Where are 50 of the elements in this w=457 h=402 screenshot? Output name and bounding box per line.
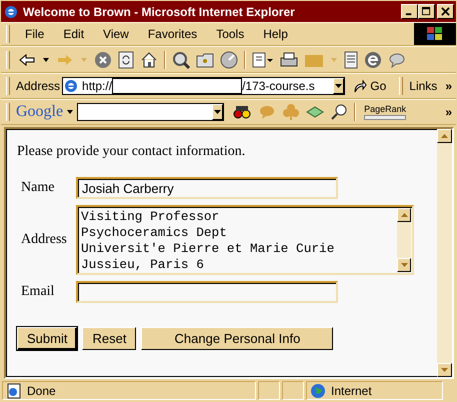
intro-text: Please provide your contact information. xyxy=(17,144,246,160)
caret-icon[interactable] xyxy=(65,110,76,114)
browser-e-icon xyxy=(3,4,19,20)
close-icon xyxy=(441,7,450,16)
go-button[interactable]: Go xyxy=(347,79,392,93)
menu-item[interactable]: Help xyxy=(254,27,296,41)
google-logo[interactable]: Google xyxy=(16,103,64,121)
window-title: Welcome to Brown - Microsoft Internet Explorer xyxy=(23,4,296,18)
scroll-down-icon[interactable] xyxy=(397,258,411,272)
menu-item[interactable]: View xyxy=(94,27,137,41)
chevron[interactable]: » xyxy=(445,79,456,93)
form-button[interactable]: Reset xyxy=(82,327,136,350)
form-button[interactable]: Change Personal Info xyxy=(141,327,334,350)
menu-item[interactable]: File xyxy=(16,27,52,41)
field-label: Email xyxy=(21,284,54,300)
scroll-down-icon[interactable] xyxy=(437,363,452,377)
address-field[interactable]: http:// /173-course.s xyxy=(62,77,346,95)
pagerank-label: PageRank xyxy=(364,104,406,114)
maximize-icon xyxy=(422,7,431,16)
field-label: Name xyxy=(21,180,54,196)
address-field[interactable]: Visiting Professor Psychoceramics Dept Universit'e Pierre et Marie Curie Jussieu, Paris 6 xyxy=(76,205,414,275)
menu-item[interactable]: Edit xyxy=(54,27,92,41)
document-icon[interactable] xyxy=(342,48,360,70)
search-field[interactable] xyxy=(77,103,224,121)
text-field[interactable] xyxy=(76,281,338,303)
links-button[interactable]: Links xyxy=(409,79,444,93)
chevron[interactable]: » xyxy=(445,105,456,119)
refresh-icon[interactable] xyxy=(116,48,136,70)
address-label: Address xyxy=(16,79,60,93)
maximize-button[interactable] xyxy=(418,4,435,19)
page-e-icon xyxy=(63,78,80,94)
field-label: Address xyxy=(21,232,67,248)
scroll-up-icon[interactable] xyxy=(437,129,452,143)
status-pane xyxy=(258,381,280,400)
pagerank-bar xyxy=(364,115,406,120)
menu-item[interactable]: Favorites xyxy=(138,27,206,41)
minimize-button[interactable] xyxy=(401,4,418,19)
scrollbar[interactable] xyxy=(437,129,452,377)
form-button[interactable]: Submit xyxy=(17,327,78,350)
scroll-up-icon[interactable] xyxy=(397,208,411,222)
page-e-icon xyxy=(6,382,22,398)
text-field[interactable]: Josiah Carberry xyxy=(76,177,338,199)
status-pane xyxy=(282,381,304,400)
globe-icon xyxy=(310,382,326,398)
curved-arrow-icon xyxy=(353,79,368,93)
windows-logo xyxy=(414,23,456,45)
zone-text: Internet xyxy=(331,384,372,398)
close-button[interactable] xyxy=(437,4,454,19)
menu-item[interactable]: Tools xyxy=(207,27,252,41)
status-text: Done xyxy=(27,384,56,398)
